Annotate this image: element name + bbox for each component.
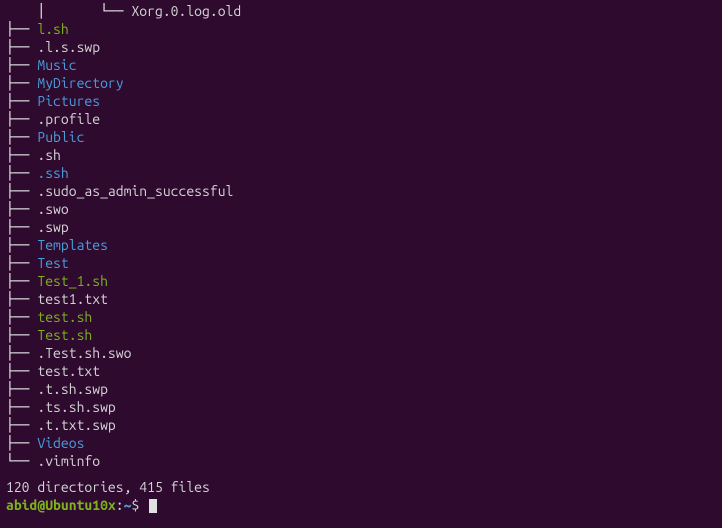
tree-entry: ├── Pictures [6,92,716,110]
tree-filename: Music [37,57,76,73]
tree-branch-icon: ├── [6,273,37,289]
tree-branch-icon: ├── [6,309,37,325]
tree-branch-icon: ├── [6,291,37,307]
tree-entry: ├── .ts.sh.swp [6,398,716,416]
tree-entry: ├── Test [6,254,716,272]
tree-filename: .Test.sh.swo [37,345,131,361]
prompt-dollar: $ [131,497,139,513]
tree-entry: ├── .sh [6,146,716,164]
tree-entry: ├── Music [6,56,716,74]
tree-branch-icon: ├── [6,327,37,343]
tree-summary: 120 directories, 415 files [6,478,716,496]
shell-prompt[interactable]: abid@Ubuntu10x:~$ [6,496,716,514]
tree-filename: MyDirectory [37,75,123,91]
tree-branch-icon: ├── [6,111,37,127]
tree-branch-icon: │ └── [6,3,131,19]
tree-entry: ├── l.sh [6,20,716,38]
tree-branch-icon: ├── [6,399,37,415]
tree-branch-icon: ├── [6,255,37,271]
tree-branch-icon: ├── [6,93,37,109]
tree-filename: Templates [37,237,108,253]
tree-entry: ├── .t.sh.swp [6,380,716,398]
tree-branch-icon: ├── [6,381,37,397]
tree-branch-icon: ├── [6,363,37,379]
tree-filename: Test_1.sh [37,273,108,289]
tree-entry: ├── .l.s.swp [6,38,716,56]
tree-branch-icon: ├── [6,57,37,73]
tree-branch-icon: ├── [6,147,37,163]
tree-entry: │ └── Xorg.0.log.old [6,2,716,20]
tree-filename: .t.sh.swp [37,381,108,397]
tree-entry: ├── test.txt [6,362,716,380]
tree-branch-icon: ├── [6,39,37,55]
tree-entry: ├── .sudo_as_admin_successful [6,182,716,200]
tree-filename: test1.txt [37,291,108,307]
tree-branch-icon: ├── [6,435,37,451]
tree-entry: ├── .t.txt.swp [6,416,716,434]
tree-filename: .ts.sh.swp [37,399,115,415]
tree-filename: Public [37,129,84,145]
tree-filename: .ssh [37,165,68,181]
tree-branch-icon: ├── [6,75,37,91]
cursor-icon [149,499,157,513]
tree-entry: ├── .profile [6,110,716,128]
tree-entry: ├── .ssh [6,164,716,182]
tree-filename: .profile [37,111,100,127]
tree-branch-icon: ├── [6,417,37,433]
tree-branch-icon: ├── [6,129,37,145]
tree-branch-icon: ├── [6,237,37,253]
tree-filename: Test.sh [37,327,92,343]
tree-filename: .t.txt.swp [37,417,115,433]
tree-branch-icon: ├── [6,219,37,235]
tree-filename: Test [37,255,68,271]
tree-filename: .viminfo [37,453,100,469]
tree-branch-icon: ├── [6,165,37,181]
tree-filename: l.sh [37,21,68,37]
tree-filename: .sudo_as_admin_successful [37,183,233,199]
tree-entry: ├── Templates [6,236,716,254]
tree-entry: ├── Videos [6,434,716,452]
tree-output: │ └── Xorg.0.log.old├── l.sh├── .l.s.swp… [6,2,716,470]
prompt-colon: : [116,497,124,513]
prompt-user: abid@Ubuntu10x [6,497,116,513]
tree-entry: ├── test.sh [6,308,716,326]
tree-filename: Videos [37,435,84,451]
tree-filename: .l.s.swp [37,39,100,55]
tree-entry: ├── .swo [6,200,716,218]
tree-entry: └── .viminfo [6,452,716,470]
tree-filename: .swp [37,219,68,235]
tree-branch-icon: ├── [6,345,37,361]
tree-entry: ├── Test.sh [6,326,716,344]
tree-filename: test.sh [37,309,92,325]
tree-filename: .swo [37,201,68,217]
tree-filename: Xorg.0.log.old [131,3,241,19]
tree-branch-icon: ├── [6,21,37,37]
tree-branch-icon: └── [6,453,37,469]
tree-filename: Pictures [37,93,100,109]
tree-branch-icon: ├── [6,183,37,199]
tree-entry: ├── Test_1.sh [6,272,716,290]
tree-entry: ├── .Test.sh.swo [6,344,716,362]
tree-filename: .sh [37,147,61,163]
tree-branch-icon: ├── [6,201,37,217]
tree-entry: ├── test1.txt [6,290,716,308]
tree-entry: ├── Public [6,128,716,146]
tree-entry: ├── MyDirectory [6,74,716,92]
tree-entry: ├── .swp [6,218,716,236]
tree-filename: test.txt [37,363,100,379]
